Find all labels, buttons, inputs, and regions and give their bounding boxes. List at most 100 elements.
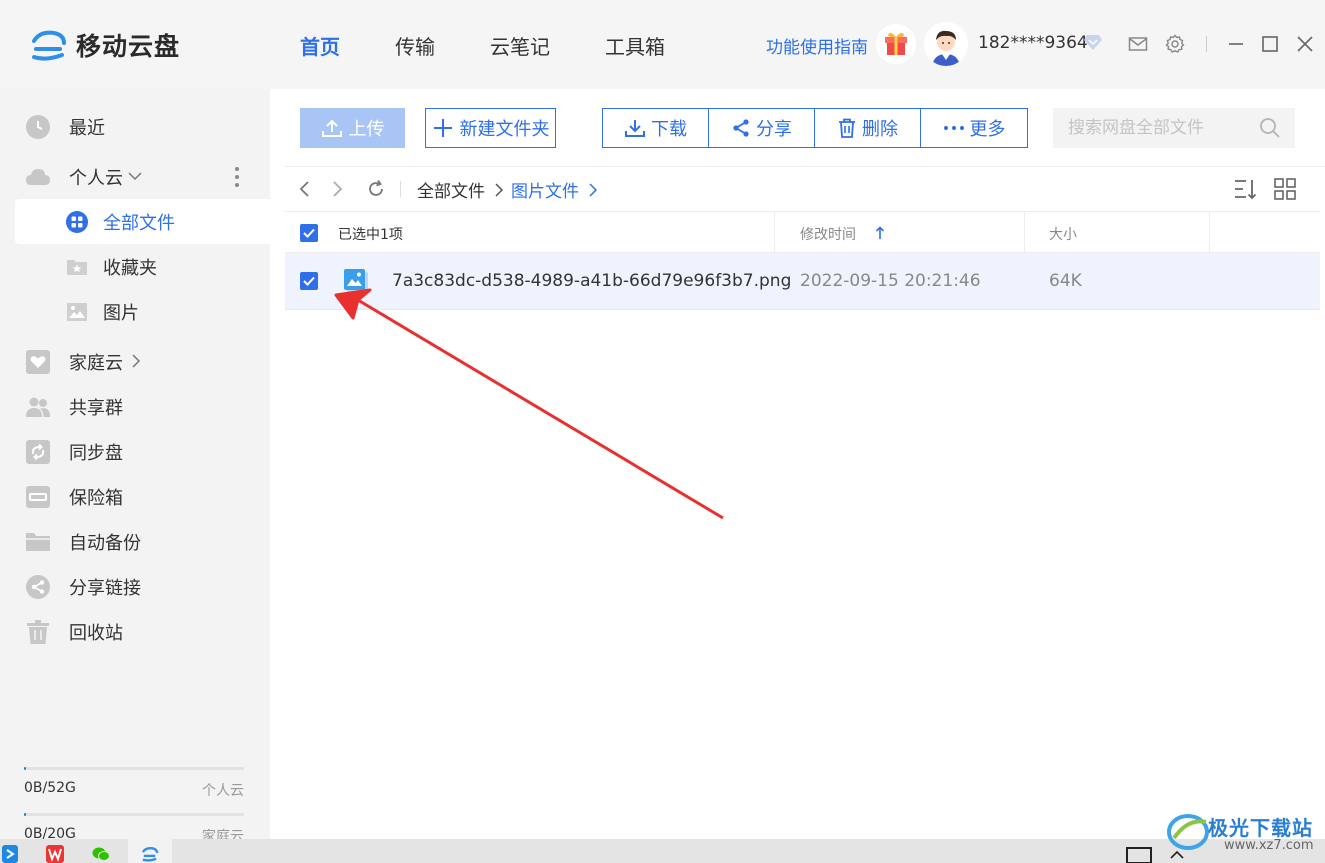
upload-button[interactable]: 上传 (300, 108, 405, 148)
cloud-logo-icon (32, 30, 66, 61)
breadcrumb-root[interactable]: 全部文件 (417, 177, 485, 202)
watermark: 极光下载站 www.xz7.com (1166, 808, 1325, 863)
sidebar-item-share-links[interactable]: 分享链接 (0, 564, 270, 609)
wps-icon[interactable] (46, 845, 64, 863)
search-icon[interactable] (1259, 117, 1281, 139)
download-icon (625, 120, 645, 137)
more-button[interactable]: 更多 (921, 109, 1027, 147)
feature-guide-link[interactable]: 功能使用指南 (766, 33, 868, 58)
sidebar-item-share-group[interactable]: 共享群 (0, 384, 270, 429)
sidebar-label: 收藏夹 (103, 257, 157, 279)
column-size[interactable]: 大小 (1049, 224, 1077, 244)
sidebar-item-recycle-bin[interactable]: 回收站 (0, 609, 270, 654)
watermark-text: 极光下载站 (1208, 816, 1313, 840)
sidebar-item-favorites[interactable]: 收藏夹 (0, 244, 270, 289)
more-dots-icon (943, 126, 964, 130)
image-icon (67, 302, 87, 321)
wechat-icon[interactable] (92, 845, 110, 863)
sidebar: 最近 个人云 全部文件 收藏夹 图片 家庭云 共享群 同步盘 保险箱 自动备份 … (0, 89, 270, 845)
star-folder-icon (67, 259, 87, 275)
mail-icon[interactable] (1128, 34, 1148, 54)
trash-icon (27, 619, 49, 644)
file-name[interactable]: 7a3c83dc-d538-4989-a41b-66d79e96f3b7.png (392, 271, 791, 291)
sync-icon (26, 439, 50, 464)
minimize-icon[interactable] (1226, 34, 1246, 54)
sidebar-item-recent[interactable]: 最近 (0, 104, 270, 149)
refresh-icon[interactable] (366, 179, 386, 199)
path-bar: 全部文件 图片文件 (270, 167, 1325, 211)
image-file-icon (344, 269, 368, 293)
select-all-checkbox[interactable] (300, 224, 318, 242)
sidebar-label: 家庭云 (69, 352, 123, 374)
main-nav: 首页 传输 云笔记 工具箱 (300, 31, 720, 60)
sidebar-label: 保险箱 (69, 487, 123, 509)
group-users-icon (26, 397, 50, 417)
taskbar-app-icon[interactable] (2, 845, 20, 863)
share-button[interactable]: 分享 (709, 109, 815, 147)
storage-bar (24, 813, 244, 816)
trash-icon (839, 118, 855, 138)
sidebar-item-family-cloud[interactable]: 家庭云 (0, 339, 270, 384)
file-modified: 2022-09-15 20:21:46 (800, 271, 981, 291)
sidebar-item-auto-backup[interactable]: 自动备份 (0, 519, 270, 564)
sidebar-label: 回收站 (69, 622, 123, 644)
chevron-right-icon (589, 183, 598, 197)
maximize-icon[interactable] (1260, 34, 1280, 54)
download-label: 下载 (651, 119, 687, 140)
delete-button[interactable]: 删除 (815, 109, 921, 147)
breadcrumb-current[interactable]: 图片文件 (511, 177, 579, 202)
file-size: 64K (1049, 271, 1082, 291)
column-modified[interactable]: 修改时间 (800, 224, 856, 244)
sort-ascending-icon[interactable] (875, 226, 885, 240)
grid-view-icon[interactable] (1274, 178, 1296, 200)
column-divider (1209, 212, 1210, 252)
app-window: 移动云盘 首页 传输 云笔记 工具箱 功能使用指南 182****9364 最近… (0, 0, 1325, 863)
sort-icon[interactable] (1233, 177, 1257, 201)
nav-transfer[interactable]: 传输 (395, 31, 435, 60)
chevron-down-icon (128, 172, 142, 181)
aurora-logo-icon (1167, 814, 1209, 850)
sidebar-item-safe-box[interactable]: 保险箱 (0, 474, 270, 519)
sidebar-item-sync-disk[interactable]: 同步盘 (0, 429, 270, 474)
close-icon[interactable] (1295, 34, 1315, 54)
row-checkbox[interactable] (300, 272, 318, 290)
user-avatar[interactable] (924, 22, 968, 66)
download-button[interactable]: 下载 (603, 109, 709, 147)
keyboard-icon[interactable] (1126, 845, 1152, 863)
title-bar: 移动云盘 首页 传输 云笔记 工具箱 功能使用指南 182****9364 (0, 0, 1325, 89)
gift-icon[interactable] (876, 24, 916, 64)
settings-gear-icon[interactable] (1165, 34, 1185, 54)
taskbar-active-app[interactable] (128, 839, 172, 863)
nav-cloud-notes[interactable]: 云笔记 (490, 31, 550, 60)
vip-diamond-icon[interactable] (1083, 33, 1103, 51)
storage-fill (24, 767, 27, 770)
sidebar-label: 图片 (103, 302, 139, 324)
sidebar-item-personal-cloud[interactable]: 个人云 (0, 154, 270, 199)
storage-personal: 0B/52G 个人云 (24, 767, 244, 800)
nav-toolbox[interactable]: 工具箱 (605, 31, 665, 60)
check-icon (303, 276, 315, 286)
os-taskbar (0, 839, 1325, 863)
new-folder-button[interactable]: 新建文件夹 (425, 108, 556, 148)
column-divider (774, 212, 775, 252)
sidebar-item-all-files[interactable]: 全部文件 (15, 199, 270, 244)
more-vertical-icon[interactable] (232, 165, 242, 189)
sidebar-item-pictures[interactable]: 图片 (0, 289, 270, 334)
table-row[interactable]: 7a3c83dc-d538-4989-a41b-66d79e96f3b7.png… (285, 253, 1320, 310)
file-actions-group: 下载 分享 删除 更多 (602, 108, 1028, 148)
search-box (1053, 108, 1295, 148)
folder-icon (26, 532, 50, 551)
back-arrow-icon[interactable] (295, 179, 315, 199)
nav-home[interactable]: 首页 (300, 31, 340, 60)
share-icon (26, 574, 50, 599)
forward-arrow-icon[interactable] (327, 179, 347, 199)
search-input[interactable] (1068, 118, 1258, 138)
heart-icon (26, 349, 50, 374)
upload-icon (321, 119, 342, 137)
grid-circle-icon (66, 210, 88, 233)
storage-bar (24, 767, 244, 770)
title-divider (1206, 36, 1207, 52)
cloud-icon (26, 168, 50, 185)
delete-label: 删除 (862, 119, 898, 140)
account-phone[interactable]: 182****9364 (978, 33, 1088, 53)
